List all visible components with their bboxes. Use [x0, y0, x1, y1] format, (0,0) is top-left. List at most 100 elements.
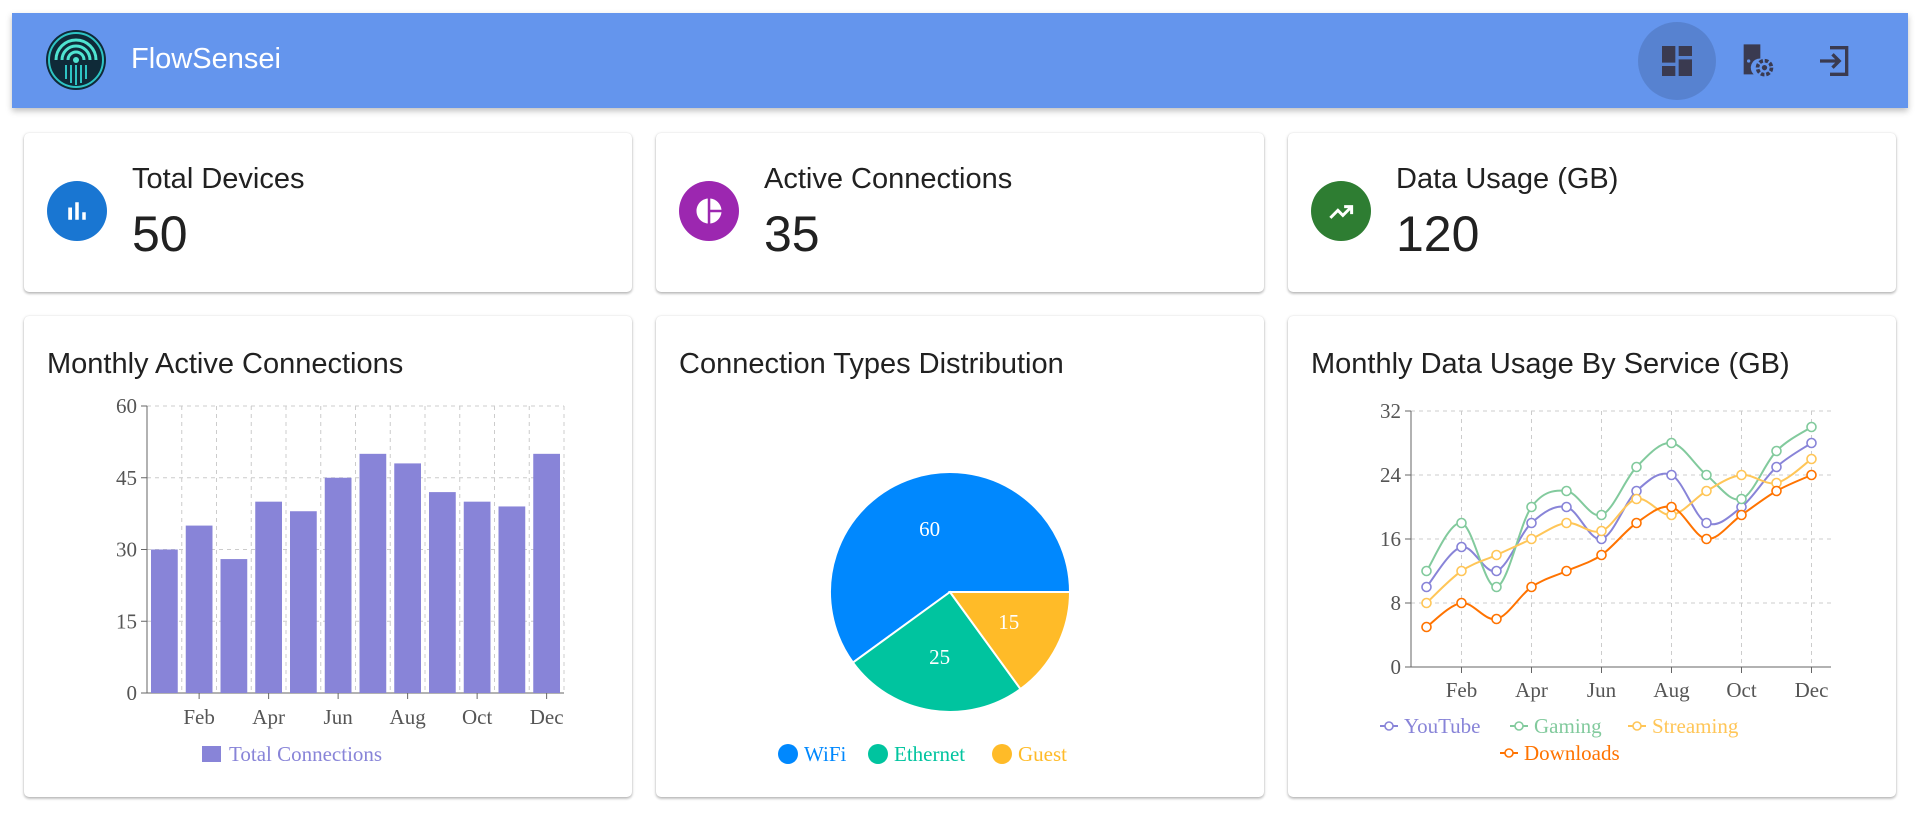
y-tick-label: 60 [116, 394, 137, 418]
y-tick-label: 24 [1380, 463, 1402, 487]
y-tick-label: 45 [116, 466, 137, 490]
bar [394, 463, 421, 693]
data-point [1736, 493, 1747, 505]
pie-chart-card: Connection Types Distribution 60 25 15 WiFi… [656, 316, 1264, 797]
series-line [1425, 474, 1812, 628]
data-point [1771, 445, 1782, 457]
data-point [1491, 565, 1502, 577]
stat-icon-wrap [47, 181, 107, 241]
stat-label: Active Connections [764, 163, 1013, 195]
x-tick-label: Dec [530, 705, 564, 729]
stat-card-total-devices: Total Devices 50 [24, 133, 632, 292]
slice-value-label: 60 [919, 517, 940, 541]
data-point [1491, 549, 1502, 561]
y-tick-label: 30 [116, 538, 137, 562]
stat-value: 50 [132, 206, 188, 262]
data-point [1666, 437, 1677, 449]
data-point [1491, 613, 1502, 625]
data-point [1491, 581, 1502, 593]
legend-label: Gaming [1534, 714, 1602, 738]
nav-logout-button[interactable] [1796, 22, 1874, 100]
legend-swatch [202, 746, 221, 762]
x-tick-label: Feb [1446, 678, 1478, 702]
y-tick-label: 8 [1391, 591, 1402, 615]
bar [359, 453, 387, 693]
legend-label: Ethernet [894, 742, 965, 766]
x-tick-label: Dec [1795, 678, 1829, 702]
data-point [1526, 533, 1537, 545]
y-tick-label: 0 [127, 681, 138, 705]
legend-marker [1504, 748, 1514, 758]
bar [533, 453, 560, 693]
legend-label: Guest [1018, 742, 1067, 766]
bar [498, 506, 526, 693]
stat-icon-wrap [1311, 181, 1371, 241]
legend-swatch [778, 744, 798, 764]
x-tick-label: Jun [324, 705, 354, 729]
dashboard-icon [1662, 46, 1692, 76]
pie-chart-icon [696, 198, 722, 224]
x-tick-label: Apr [1515, 678, 1548, 702]
legend-marker [1632, 721, 1642, 731]
x-tick-label: Apr [252, 705, 285, 729]
nav-dashboard-button[interactable] [1638, 22, 1716, 100]
y-tick-label: 15 [116, 609, 137, 633]
series-line [1425, 458, 1813, 604]
app-bar: FlowSensei [12, 13, 1908, 108]
data-point [1631, 517, 1642, 529]
x-tick-label: Oct [462, 705, 492, 729]
x-tick-label: Oct [1726, 678, 1756, 702]
legend-swatch [868, 744, 888, 764]
data-point [1456, 541, 1467, 553]
data-point [1456, 517, 1467, 529]
x-tick-label: Jun [1587, 678, 1617, 702]
x-tick-label: Feb [183, 705, 215, 729]
y-tick-label: 0 [1391, 655, 1402, 679]
bar [324, 477, 352, 693]
stat-icon-wrap [679, 181, 739, 241]
data-point [1701, 469, 1712, 481]
data-point [1701, 533, 1712, 545]
data-point [1596, 509, 1607, 521]
data-point [1456, 565, 1467, 577]
stat-card-active-connections: Active Connections 35 [656, 133, 1264, 292]
bar-chart: 0 15 30 45 60 Feb Apr Jun Aug Oct Dec Total Connect… [116, 394, 565, 766]
data-point [1561, 517, 1572, 529]
legend-marker [1514, 721, 1524, 731]
data-point [1631, 461, 1642, 473]
data-point [1421, 581, 1432, 593]
data-point [1806, 421, 1817, 433]
data-point [1701, 485, 1712, 497]
data-point [1561, 565, 1572, 577]
data-point [1736, 469, 1747, 481]
data-point [1666, 469, 1677, 481]
legend-label: Streaming [1652, 714, 1739, 738]
data-point [1701, 517, 1712, 529]
slice-value-label: 25 [929, 645, 950, 669]
bar [290, 511, 317, 693]
app-title: FlowSensei [131, 43, 281, 75]
stat-label: Data Usage (GB) [1396, 163, 1619, 195]
bar [463, 501, 491, 693]
data-point [1666, 501, 1677, 513]
legend-label: Downloads [1524, 741, 1620, 765]
data-point [1561, 485, 1572, 497]
y-tick-label: 32 [1380, 399, 1401, 423]
data-point [1526, 501, 1537, 513]
x-tick-label: Aug [390, 705, 427, 729]
data-point [1631, 493, 1642, 505]
data-point [1806, 469, 1817, 481]
legend-swatch [992, 744, 1012, 764]
data-point [1456, 597, 1467, 609]
stat-value: 120 [1396, 206, 1480, 262]
stat-value: 35 [764, 206, 820, 262]
flowsensei-logo [46, 30, 106, 90]
nav-device-settings-button[interactable] [1718, 22, 1796, 100]
line-chart: 0 8 16 24 32 Feb Apr Jun Aug Oct Dec YouTube Gaming S… [1380, 399, 1831, 765]
slice-value-label: 15 [998, 610, 1019, 634]
bar [255, 501, 282, 693]
logout-icon [1820, 46, 1849, 76]
device-settings-icon [1743, 44, 1774, 77]
bar [429, 492, 456, 693]
x-tick-label: Aug [1653, 678, 1690, 702]
